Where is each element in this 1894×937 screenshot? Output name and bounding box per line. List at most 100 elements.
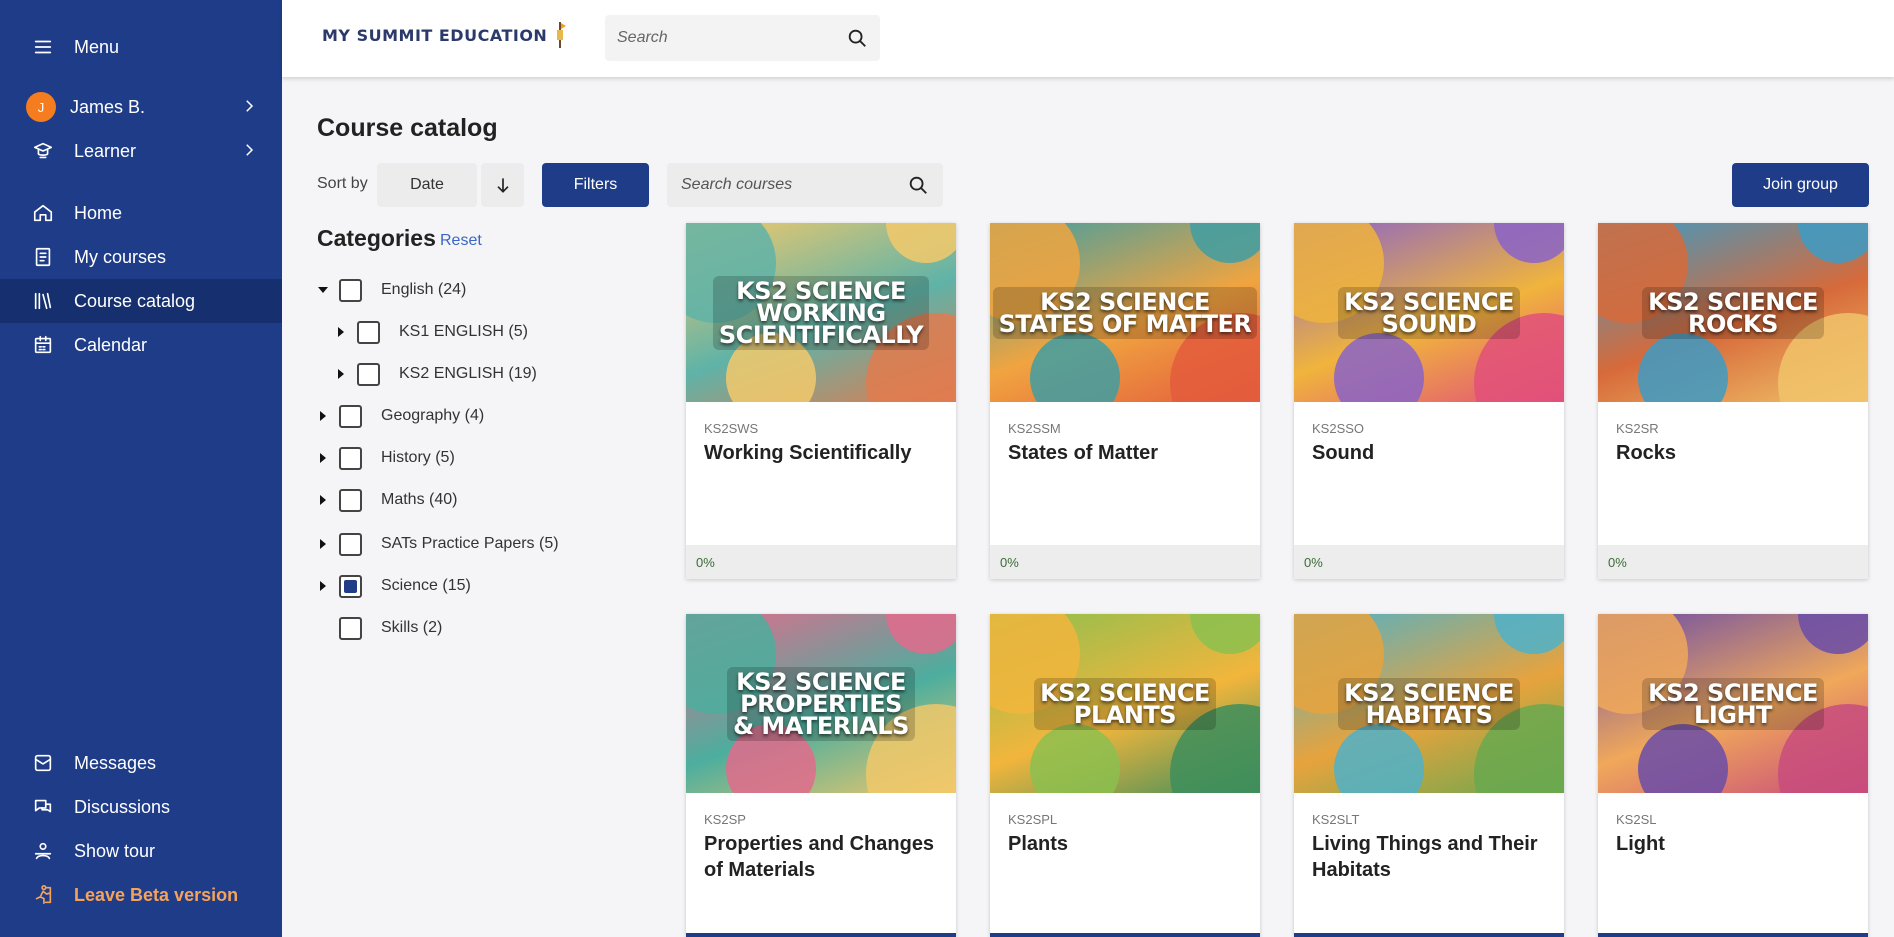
sidebar-item-show-tour[interactable]: Show tour xyxy=(0,829,282,873)
thumbnail-decoration xyxy=(1798,614,1868,654)
caret-right-icon[interactable] xyxy=(317,538,329,550)
role-menu[interactable]: Learner xyxy=(0,129,282,173)
search-icon[interactable] xyxy=(907,174,929,196)
category-label: History (5) xyxy=(381,449,455,466)
caret-right-icon[interactable] xyxy=(317,410,329,422)
category-item[interactable]: History (5) xyxy=(317,445,455,471)
sidebar-item-label: Messages xyxy=(74,752,157,773)
course-code: KS2SLT xyxy=(1312,812,1360,827)
course-card[interactable]: KS2 SCIENCE STATES OF MATTER KS2SSM States… xyxy=(990,223,1260,579)
chat-icon xyxy=(32,796,54,818)
sidebar-item-label: Calendar xyxy=(74,334,148,355)
sidebar-item-my-courses[interactable]: My courses xyxy=(0,235,282,279)
sidebar-item-label: Discussions xyxy=(74,796,171,817)
global-search-input[interactable]: Search xyxy=(605,15,880,61)
category-checkbox[interactable] xyxy=(339,404,362,428)
category-item[interactable]: Science (15) xyxy=(317,573,471,599)
course-name[interactable]: Living Things and Their Habitats xyxy=(1312,831,1552,883)
course-thumbnail[interactable]: KS2 SCIENCE PLANTS xyxy=(990,614,1260,793)
category-checkbox[interactable] xyxy=(357,320,380,344)
course-code: KS2SP xyxy=(704,812,746,827)
category-item[interactable]: Skills (2) xyxy=(317,615,442,641)
user-menu[interactable]: J James B. xyxy=(0,85,282,129)
course-name[interactable]: Properties and Changes of Materials xyxy=(704,831,944,883)
course-code: KS2SWS xyxy=(704,421,759,436)
sidebar-item-calendar[interactable]: Calendar xyxy=(0,323,282,367)
course-thumbnail[interactable]: KS2 SCIENCE LIGHT xyxy=(1598,614,1868,793)
sidebar-item-label: Home xyxy=(74,202,123,223)
thumbnail-title: KS2 SCIENCE WORKING SCIENTIFICALLY xyxy=(712,275,930,350)
join-group-button[interactable]: Join group xyxy=(1732,163,1869,207)
thumbnail-decoration xyxy=(1030,333,1120,402)
filters-button[interactable]: Filters xyxy=(542,163,649,207)
search-placeholder: Search xyxy=(617,29,668,46)
sort-select[interactable]: Date xyxy=(377,163,477,207)
caret-down-icon[interactable] xyxy=(317,284,329,296)
sort-direction-button[interactable] xyxy=(481,163,524,207)
thumbnail-title: KS2 SCIENCE LIGHT xyxy=(1642,677,1824,730)
course-card[interactable]: KS2 SCIENCE LIGHT KS2SL Light xyxy=(1598,614,1868,937)
course-thumbnail[interactable]: KS2 SCIENCE SOUND xyxy=(1294,223,1564,402)
course-thumbnail[interactable]: KS2 SCIENCE HABITATS xyxy=(1294,614,1564,793)
course-name[interactable]: Plants xyxy=(1008,831,1248,857)
category-checkbox[interactable] xyxy=(339,488,362,512)
caret-right-icon[interactable] xyxy=(317,452,329,464)
category-item[interactable]: Geography (4) xyxy=(317,403,484,429)
course-card[interactable]: KS2 SCIENCE SOUND KS2SSO Sound 0% xyxy=(1294,223,1564,579)
caret-right-icon[interactable] xyxy=(335,326,347,338)
course-progress: 0% xyxy=(1294,545,1564,579)
category-checkbox[interactable] xyxy=(339,278,362,302)
chevron-right-icon xyxy=(240,141,258,164)
caret-right-icon[interactable] xyxy=(317,494,329,506)
course-name[interactable]: Rocks xyxy=(1616,440,1856,466)
thumbnail-title: KS2 SCIENCE PROPERTIES & MATERIALS xyxy=(727,666,915,741)
course-card[interactable]: KS2 SCIENCE HABITATS KS2SLT Living Things … xyxy=(1294,614,1564,937)
home-icon xyxy=(32,202,54,224)
course-name[interactable]: States of Matter xyxy=(1008,440,1248,466)
calendar-icon xyxy=(32,334,54,356)
categories-reset-link[interactable]: Reset xyxy=(440,232,482,250)
course-thumbnail[interactable]: KS2 SCIENCE PROPERTIES & MATERIALS xyxy=(686,614,956,793)
category-item[interactable]: English (24) xyxy=(317,277,466,303)
course-name[interactable]: Sound xyxy=(1312,440,1552,466)
category-checkbox[interactable] xyxy=(339,532,362,556)
category-item[interactable]: Maths (40) xyxy=(317,487,457,513)
caret-right-icon[interactable] xyxy=(317,580,329,592)
course-thumbnail[interactable]: KS2 SCIENCE STATES OF MATTER xyxy=(990,223,1260,402)
category-item[interactable]: KS1 ENGLISH (5) xyxy=(335,319,528,345)
site-logo[interactable]: MY SUMMIT EDUCATION xyxy=(322,20,567,50)
thumbnail-decoration xyxy=(1334,333,1424,402)
category-label: Science (15) xyxy=(381,577,471,594)
category-item[interactable]: SATs Practice Papers (5) xyxy=(317,531,559,557)
category-checkbox[interactable] xyxy=(339,574,362,598)
sidebar-item-label: Show tour xyxy=(74,840,156,861)
search-icon[interactable] xyxy=(846,27,868,49)
course-thumbnail[interactable]: KS2 SCIENCE WORKING SCIENTIFICALLY xyxy=(686,223,956,402)
course-name[interactable]: Light xyxy=(1616,831,1856,857)
caret-right-icon[interactable] xyxy=(335,368,347,380)
course-search-input[interactable]: Search courses xyxy=(667,163,943,207)
thumbnail-title: KS2 SCIENCE PLANTS xyxy=(1034,677,1216,730)
thumbnail-decoration xyxy=(886,614,956,654)
course-code: KS2SSM xyxy=(1008,421,1061,436)
course-card[interactable]: KS2 SCIENCE PROPERTIES & MATERIALS KS2SP P… xyxy=(686,614,956,937)
category-checkbox[interactable] xyxy=(339,446,362,470)
sidebar-item-course-catalog[interactable]: Course catalog xyxy=(0,279,282,323)
sidebar-item-discussions[interactable]: Discussions xyxy=(0,785,282,829)
course-name[interactable]: Working Scientifically xyxy=(704,440,944,466)
sidebar-item-home[interactable]: Home xyxy=(0,191,282,235)
course-card[interactable]: KS2 SCIENCE WORKING SCIENTIFICALLY KS2SWS… xyxy=(686,223,956,579)
course-card[interactable]: KS2 SCIENCE PLANTS KS2SPL Plants xyxy=(990,614,1260,937)
mail-icon xyxy=(32,752,54,774)
category-item[interactable]: KS2 ENGLISH (19) xyxy=(335,361,537,387)
course-thumbnail[interactable]: KS2 SCIENCE ROCKS xyxy=(1598,223,1868,402)
category-checkbox[interactable] xyxy=(357,362,380,386)
menu-toggle[interactable]: Menu xyxy=(0,25,282,69)
sidebar-item-messages[interactable]: Messages xyxy=(0,741,282,785)
category-checkbox[interactable] xyxy=(339,616,362,640)
menu-label: Menu xyxy=(74,36,120,57)
thumbnail-decoration xyxy=(886,223,956,263)
leave-beta-link[interactable]: Leave Beta version xyxy=(0,873,282,917)
thumbnail-title: KS2 SCIENCE STATES OF MATTER xyxy=(992,286,1258,339)
course-card[interactable]: KS2 SCIENCE ROCKS KS2SR Rocks 0% xyxy=(1598,223,1868,579)
